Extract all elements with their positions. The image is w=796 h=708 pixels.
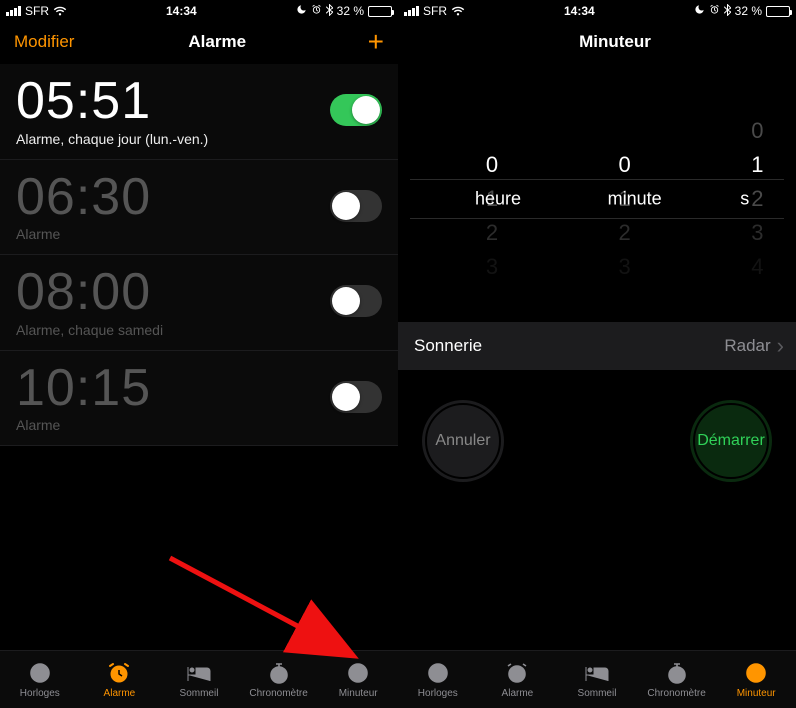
alarm-label: Alarme, chaque jour (lun.-ven.) <box>16 131 208 147</box>
nav-bar: Modifier Alarme + <box>0 20 398 64</box>
alarm-row[interactable]: 06:30 Alarme <box>0 160 398 256</box>
nav-bar: Minuteur <box>398 20 796 64</box>
timer-icon <box>743 660 769 686</box>
tab-horloges[interactable]: Horloges <box>0 651 80 708</box>
picker-hours-unit: heure <box>475 189 521 210</box>
alarm-time: 10:15 <box>16 361 151 416</box>
alarm-toggle[interactable] <box>330 190 382 222</box>
picker-hours[interactable]: 0 1 2 3 heure <box>398 84 531 314</box>
tab-bar: Horloges Alarme Sommeil Chronomètre <box>398 650 796 708</box>
alarm-label: Alarme <box>16 417 151 433</box>
alarm-time: 08:00 <box>16 265 163 320</box>
timer-icon <box>345 660 371 686</box>
carrier-label: SFR <box>423 4 447 18</box>
picker-minutes[interactable]: 0 1 2 3 minute <box>531 84 664 314</box>
tab-minuteur[interactable]: Minuteur <box>318 651 398 708</box>
status-time: 14:34 <box>564 4 595 18</box>
picker-seconds[interactable]: 0 1 2 3 4 s <box>663 84 796 314</box>
tab-chronometre[interactable]: Chronomètre <box>637 651 717 708</box>
globe-icon <box>27 660 53 686</box>
chevron-right-icon: › <box>777 333 784 359</box>
sound-row[interactable]: Sonnerie Radar › <box>398 322 796 370</box>
wifi-icon <box>53 6 67 16</box>
bed-icon <box>186 660 212 686</box>
battery-pct: 32 % <box>735 4 762 18</box>
tab-minuteur[interactable]: Minuteur <box>716 651 796 708</box>
page-title: Minuteur <box>579 32 651 52</box>
carrier-label: SFR <box>25 4 49 18</box>
alarm-row[interactable]: 08:00 Alarme, chaque samedi <box>0 255 398 351</box>
alarm-toggle[interactable] <box>330 94 382 126</box>
alarm-row[interactable]: 05:51 Alarme, chaque jour (lun.-ven.) <box>0 64 398 160</box>
alarm-list: 05:51 Alarme, chaque jour (lun.-ven.) 06… <box>0 64 398 650</box>
alarm-status-icon <box>709 4 720 18</box>
timer-screen: SFR 14:34 32 % <box>398 0 796 708</box>
alarm-screen: SFR 14:34 32 % <box>0 0 398 708</box>
alarm-time: 06:30 <box>16 170 151 225</box>
signal-icon <box>6 6 21 16</box>
battery-icon <box>368 6 392 17</box>
status-time: 14:34 <box>166 4 197 18</box>
tab-alarme[interactable]: Alarme <box>80 651 160 708</box>
status-bar: SFR 14:34 32 % <box>398 0 796 20</box>
wifi-icon <box>451 6 465 16</box>
alarm-clock-icon <box>504 660 530 686</box>
alarm-row[interactable]: 10:15 Alarme <box>0 351 398 447</box>
tab-horloges[interactable]: Horloges <box>398 651 478 708</box>
stopwatch-icon <box>664 660 690 686</box>
sound-value: Radar <box>724 336 770 356</box>
alarm-toggle[interactable] <box>330 381 382 413</box>
globe-icon <box>425 660 451 686</box>
battery-icon <box>766 6 790 17</box>
bed-icon <box>584 660 610 686</box>
tab-sommeil[interactable]: Sommeil <box>557 651 637 708</box>
edit-button[interactable]: Modifier <box>14 32 74 52</box>
alarm-label: Alarme <box>16 226 151 242</box>
alarm-clock-icon <box>106 660 132 686</box>
tab-bar: Horloges Alarme Sommeil Chronomètre <box>0 650 398 708</box>
tab-alarme[interactable]: Alarme <box>478 651 558 708</box>
bluetooth-icon <box>724 4 731 19</box>
signal-icon <box>404 6 419 16</box>
alarm-status-icon <box>311 4 322 18</box>
dnd-moon-icon <box>694 4 705 18</box>
status-bar: SFR 14:34 32 % <box>0 0 398 20</box>
start-button[interactable]: Démarrer <box>690 400 772 482</box>
alarm-time: 05:51 <box>16 74 208 129</box>
battery-pct: 32 % <box>337 4 364 18</box>
picker-seconds-unit: s <box>740 189 749 210</box>
picker-minutes-unit: minute <box>608 189 662 210</box>
stopwatch-icon <box>266 660 292 686</box>
duration-picker[interactable]: 0 1 2 3 heure 0 1 2 3 minute <box>398 84 796 314</box>
dnd-moon-icon <box>296 4 307 18</box>
tab-chronometre[interactable]: Chronomètre <box>239 651 319 708</box>
add-alarm-button[interactable]: + <box>360 28 384 56</box>
page-title: Alarme <box>188 32 246 52</box>
cancel-button[interactable]: Annuler <box>422 400 504 482</box>
alarm-label: Alarme, chaque samedi <box>16 322 163 338</box>
bluetooth-icon <box>326 4 333 19</box>
sound-label: Sonnerie <box>414 336 482 356</box>
tab-sommeil[interactable]: Sommeil <box>159 651 239 708</box>
alarm-toggle[interactable] <box>330 285 382 317</box>
